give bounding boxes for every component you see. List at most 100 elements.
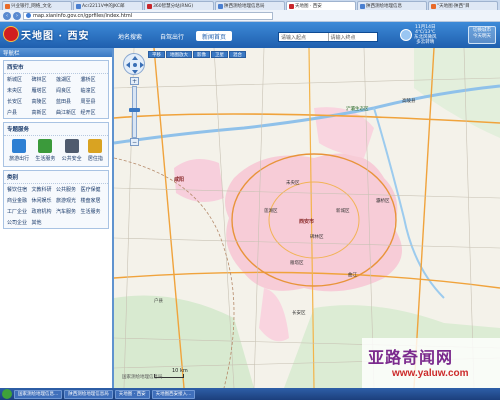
map-tab-satellite[interactable]: 卫星: [211, 51, 228, 58]
browser-tabstrip: 兴业银行_网络_文化 Acr2211V中的JKC邮 360智慧分站(RNG) 陕…: [0, 0, 500, 10]
zoom-in-button[interactable]: +: [130, 77, 139, 85]
service-item[interactable]: 生活服务: [35, 139, 55, 162]
taskbar-item[interactable]: 天地图 · 西安: [114, 389, 150, 399]
district-link[interactable]: 莲湖区: [56, 76, 81, 83]
browser-tab[interactable]: 360智慧分站(RNG): [144, 1, 214, 10]
map-view[interactable]: 咸阳 西安市 未央区 莲湖区 新城区 碑林区 雁塔区 灞桥区 长安区 高陵县 户…: [114, 48, 500, 388]
pan-control[interactable]: [123, 53, 145, 75]
residence-icon: [88, 139, 103, 153]
zoom-out-button[interactable]: −: [130, 138, 139, 146]
map-tab-pan[interactable]: 平移: [148, 51, 165, 58]
category-link[interactable]: 政府机构: [32, 208, 57, 215]
service-item[interactable]: 公共安全: [62, 139, 82, 162]
district-link[interactable]: 蓝田县: [56, 98, 81, 105]
label-city: 西安市: [299, 219, 315, 225]
district-link[interactable]: 新城区: [7, 76, 32, 83]
district-link[interactable]: 未央区: [7, 87, 32, 94]
nav-news-home[interactable]: 新闻首页: [196, 31, 233, 41]
back-button[interactable]: ‹: [3, 11, 11, 20]
service-label: 居住指: [87, 156, 103, 162]
browser-tab[interactable]: 陕西测绘地理信息局: [215, 1, 285, 10]
category-link[interactable]: 公共服务: [56, 186, 81, 193]
districts-grid: 新城区 碑林区 莲湖区 灞桥区未央区 雁塔区 阎良区 临潼区长安区 高陵区 蓝田县 周至县户县 高新…: [4, 74, 108, 118]
favicon-icon: [431, 3, 436, 9]
district-link[interactable]: 临潼区: [81, 87, 106, 94]
site-banner: 天地图 · 西安 地名搜索 自驾出行 新闻首页 请输入起点 请输入终点 11月1…: [0, 22, 500, 48]
weather-switch-button[interactable]: 切换城市 今天明天: [468, 26, 496, 44]
browser-tab[interactable]: 兴业银行_网络_文化: [2, 1, 72, 10]
start-input[interactable]: 请输入起点: [279, 33, 328, 41]
browser-tab[interactable]: "天地图·陕西"目: [428, 1, 498, 10]
browser-tab[interactable]: Acr2211V中的JKC邮: [73, 1, 143, 10]
logo-text: 天地图 · 西安: [21, 30, 90, 42]
taskbar-item[interactable]: 天地图西安接入...: [151, 389, 196, 399]
district-link[interactable]: 经开区: [81, 109, 106, 116]
url-field[interactable]: map.xianinfo.gov.cn/gprfiles/index.html: [23, 11, 273, 20]
label-gaoling: 高陵县: [402, 99, 416, 104]
district-link[interactable]: 户县: [7, 109, 32, 116]
cloud-icon: [400, 29, 412, 41]
districts-heading: 西安市: [4, 61, 108, 74]
districts-panel: 西安市 新城区 碑林区 莲湖区 灞桥区未央区 雁塔区 阎良区 临潼区长安区 高陵区 蓝田县 周至县…: [3, 60, 109, 119]
taskbar-item[interactable]: 陕西测绘地理信息局: [64, 389, 113, 399]
globe-icon: [26, 13, 31, 18]
label-changan: 长安区: [292, 311, 306, 316]
weather-widget: 11月14日 4℃/13℃ 东北风微风 多云转晴: [400, 24, 464, 46]
label-weiyang: 未央区: [286, 181, 300, 186]
favicon-icon: [289, 3, 294, 9]
route-search: 请输入起点 请输入终点: [278, 32, 378, 42]
category-link[interactable]: 楼盘家居: [81, 197, 106, 204]
category-link[interactable]: 公司企业: [7, 219, 32, 226]
pan-arrows-icon: [126, 56, 144, 74]
category-link[interactable]: 休闲娱乐: [32, 197, 57, 204]
watermark-cn: 亚路奇闻网: [368, 348, 454, 367]
district-link[interactable]: 周至县: [81, 98, 106, 105]
forward-button[interactable]: ›: [13, 11, 21, 20]
district-link[interactable]: 碑林区: [32, 76, 57, 83]
start-button[interactable]: [2, 389, 12, 399]
category-link[interactable]: 餐饮住宿: [7, 186, 32, 193]
map-tab-zoom[interactable]: 地图放大: [166, 51, 192, 58]
service-label: 公共安全: [61, 156, 82, 162]
service-item[interactable]: 旅游出行: [9, 139, 29, 162]
watermark-url: www.yaluw.com: [392, 368, 469, 379]
label-qujiang: 曲江: [348, 273, 357, 278]
sidebar: 导航栏 西安市 新城区 碑林区 莲湖区 灞桥区 未央区 雁塔区 阎良区 临潼区 长安区 高陵区 蓝田…: [0, 48, 114, 388]
label-lianhu: 莲湖区: [264, 209, 278, 214]
category-link[interactable]: 其他: [32, 219, 57, 226]
favicon-icon: [147, 3, 152, 9]
zoom-slider-thumb[interactable]: [129, 108, 140, 112]
category-link[interactable]: 生活服务: [81, 208, 106, 215]
nav-driving[interactable]: 自驾出行: [154, 31, 190, 41]
map-tab-image[interactable]: 影像: [193, 51, 210, 58]
category-link[interactable]: 汽车服务: [56, 208, 81, 215]
end-input[interactable]: 请输入终点: [329, 33, 378, 41]
district-link[interactable]: 高陵区: [32, 98, 57, 105]
district-link[interactable]: 高新区: [32, 109, 57, 116]
services-heading: 专题服务: [4, 123, 108, 136]
district-link[interactable]: 阎良区: [56, 87, 81, 94]
category-link[interactable]: 医疗保健: [81, 186, 106, 193]
category-link[interactable]: 工厂企业: [7, 208, 32, 215]
category-link[interactable]: 旅游观光: [56, 197, 81, 204]
district-link[interactable]: 灞桥区: [81, 76, 106, 83]
district-link[interactable]: 雁塔区: [32, 87, 57, 94]
taskbar-item[interactable]: 国家测绘地理信息...: [14, 389, 63, 399]
seal-icon: [3, 26, 19, 42]
service-label: 旅游出行: [9, 156, 30, 162]
map-mode-tabs: 平移 地图放大 影像 卫星 混合: [148, 51, 246, 58]
category-link[interactable]: 商业金融: [7, 197, 32, 204]
map-tab-hybrid[interactable]: 混合: [229, 51, 246, 58]
district-link[interactable]: 长安区: [7, 98, 32, 105]
services-row: 旅游出行 生活服务 公共安全 居住指: [4, 136, 108, 166]
favicon-icon: [360, 3, 365, 9]
site-logo[interactable]: 天地图 · 西安: [3, 24, 89, 44]
district-link[interactable]: 曲江新区: [56, 109, 81, 116]
site-watermark: 亚路奇闻网 www.yaluw.com: [362, 338, 500, 390]
service-item[interactable]: 居住指: [88, 139, 103, 162]
zoom-slider[interactable]: [132, 86, 137, 138]
browser-tab[interactable]: 陕西测绘地理信息: [357, 1, 427, 10]
category-link[interactable]: 文教科研: [32, 186, 57, 193]
browser-tab-active[interactable]: 天地图 · 西安: [286, 1, 356, 10]
nav-place-search[interactable]: 地名搜索: [112, 31, 148, 41]
